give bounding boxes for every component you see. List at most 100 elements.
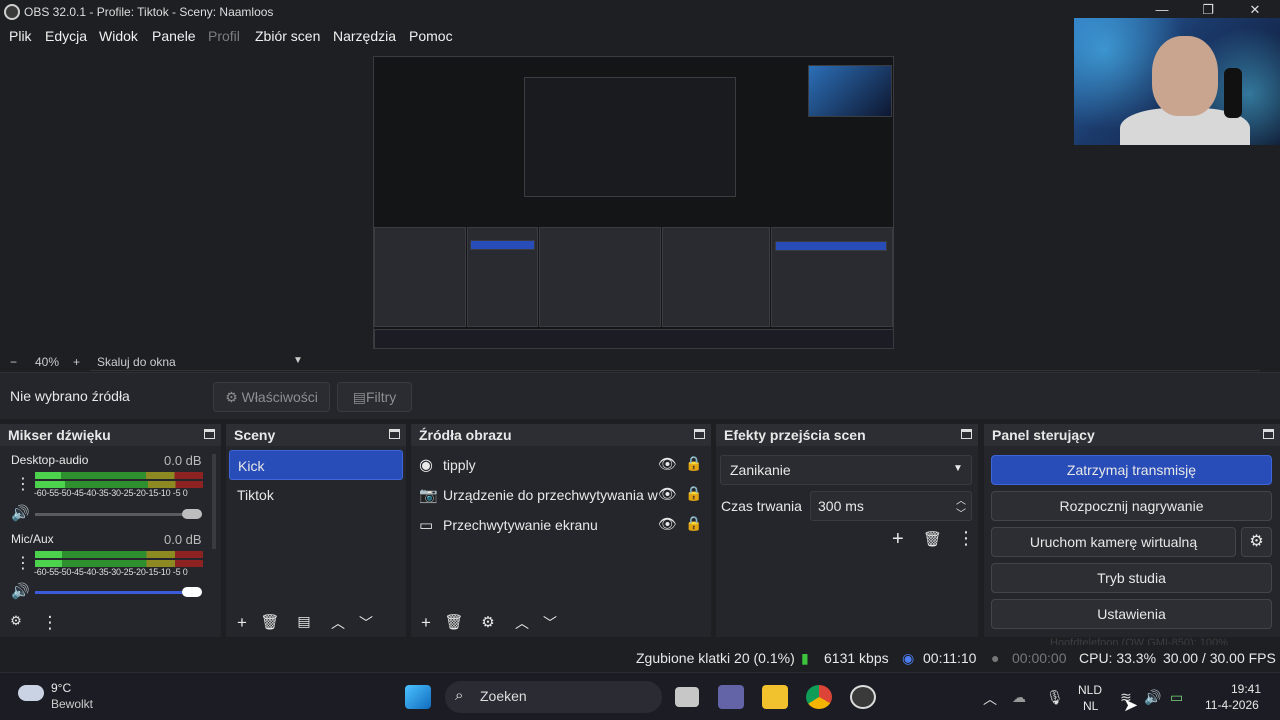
add-icon[interactable]: +	[892, 528, 904, 551]
channel-name: Mic/Aux	[11, 532, 54, 546]
cpu-usage: CPU: 33.3%	[1079, 650, 1157, 666]
virtual-camera-settings-button[interactable]: ⚙	[1241, 527, 1272, 557]
properties-button[interactable]: ⚙ Właściwości	[213, 382, 330, 412]
clock-time[interactable]: 19:41	[1231, 682, 1261, 696]
undock-icon[interactable]	[1263, 429, 1274, 439]
menu-panele[interactable]: Panele	[152, 28, 196, 44]
more-icon[interactable]: ⋮	[957, 528, 975, 549]
windows-start-icon[interactable]	[405, 685, 431, 709]
transitions-dock: Efekty przejścia scen Zanikanie ▼ Czas t…	[716, 424, 978, 637]
volume-slider-track[interactable]	[35, 591, 185, 594]
menu-narzedzia[interactable]: Narzędzia	[333, 28, 396, 44]
chevron-up-icon[interactable]: ︿	[328, 613, 348, 633]
eye-icon[interactable]: 👁	[658, 515, 677, 533]
trash-icon[interactable]: 🗑	[923, 530, 942, 548]
person-image	[1152, 36, 1218, 116]
menu-pomoc[interactable]: Pomoc	[409, 28, 453, 44]
add-icon[interactable]: +	[416, 613, 436, 633]
source-label: Przechwytywanie ekranu	[443, 517, 598, 533]
cloud-icon[interactable]	[18, 685, 44, 701]
preview-canvas[interactable]	[373, 56, 894, 349]
undock-icon[interactable]	[961, 429, 972, 439]
studio-mode-button[interactable]: Tryb studia	[991, 563, 1272, 593]
chevron-down-icon[interactable]: ﹀	[356, 613, 376, 633]
weather-temp[interactable]: 9°C	[51, 681, 71, 695]
filters-button[interactable]: ▤Filtry	[337, 382, 412, 412]
clock-date[interactable]: 11-4-2026	[1205, 698, 1259, 712]
camera-icon: 📷	[419, 487, 438, 504]
lock-icon[interactable]: 🔒	[685, 485, 702, 502]
menu-widok[interactable]: Widok	[99, 28, 138, 44]
scrollbar[interactable]	[212, 454, 216, 549]
more-options-icon[interactable]: ⋮	[40, 613, 60, 633]
nested-scene-selected	[470, 240, 535, 250]
lock-icon[interactable]: 🔒	[685, 455, 702, 472]
language-indicator-2[interactable]: NL	[1083, 699, 1098, 713]
menu-profil[interactable]: Profil	[208, 28, 240, 44]
menu-edycja[interactable]: Edycja	[45, 28, 87, 44]
sources-dock: Źródła obrazu ◉ tipply 📷 Urządzenie do p…	[411, 424, 711, 637]
zoom-in-button[interactable]: +	[73, 355, 80, 369]
eye-icon[interactable]: 👁	[658, 455, 677, 473]
undock-icon[interactable]	[389, 429, 400, 439]
undock-icon[interactable]	[204, 429, 215, 439]
scenes-title: Sceny	[226, 424, 406, 446]
settings-button[interactable]: Ustawienia	[991, 599, 1272, 629]
trash-icon[interactable]: 🗑	[444, 613, 464, 631]
chevron-down-icon: ▼	[953, 463, 963, 474]
speaker-icon[interactable]: 🔊	[11, 582, 30, 600]
scene-item-kick[interactable]: Kick	[229, 450, 403, 480]
advanced-audio-icon[interactable]: ⚙	[6, 613, 26, 629]
eye-icon[interactable]: 👁	[658, 485, 677, 503]
zoom-out-button[interactable]: −	[10, 355, 17, 369]
search-box[interactable]: ⌕ Zoeken	[445, 681, 662, 713]
virtual-camera-button[interactable]: Uruchom kamerę wirtualną	[991, 527, 1236, 557]
stream-time: 00:11:10	[923, 650, 977, 666]
volume-slider-knob[interactable]	[182, 587, 202, 597]
lock-icon[interactable]: 🔒	[685, 515, 702, 532]
add-icon[interactable]: +	[232, 613, 252, 633]
transition-select[interactable]: Zanikanie ▼	[720, 455, 972, 485]
source-label: tipply	[443, 457, 476, 473]
nested-mixer	[374, 227, 466, 327]
chevron-down-icon[interactable]: ﹀	[540, 613, 560, 633]
chevron-up-icon[interactable]: ︿	[983, 689, 997, 709]
trash-icon[interactable]: 🗑	[260, 613, 280, 631]
obs-taskbar-icon[interactable]	[850, 685, 876, 709]
volume-slider-track[interactable]	[35, 513, 202, 516]
file-explorer-icon[interactable]	[762, 685, 788, 709]
level-meter	[62, 551, 203, 558]
more-icon[interactable]: ⋮	[15, 553, 31, 573]
teams-icon[interactable]	[718, 685, 744, 709]
meter-ticks: -60-55-50-45-40-35-30-25-20-15-10 -5 0	[34, 567, 188, 577]
gear-icon[interactable]: ⚙	[478, 613, 498, 631]
filter-icon[interactable]: ▤	[294, 613, 314, 630]
monitor-icon: ▭	[419, 517, 434, 534]
language-indicator[interactable]: NLD	[1078, 683, 1102, 697]
duration-input[interactable]: 300 ms ︿ ﹀	[810, 491, 972, 521]
zoom-scrollbar[interactable]	[90, 370, 1260, 371]
scene-item-tiktok[interactable]: Tiktok	[237, 480, 403, 510]
task-view-icon[interactable]	[675, 687, 699, 707]
start-recording-button[interactable]: Rozpocznij nagrywanie	[991, 491, 1272, 521]
stop-stream-button[interactable]: Zatrzymaj transmisję	[991, 455, 1272, 485]
volume-slider-knob[interactable]	[182, 509, 202, 519]
chrome-icon[interactable]	[806, 685, 832, 709]
level-meter-lit	[35, 472, 61, 479]
more-icon[interactable]: ⋮	[15, 474, 31, 494]
spin-down-icon[interactable]: ﹀	[956, 505, 966, 520]
weather-desc[interactable]: Bewolkt	[51, 697, 93, 711]
level-meter-lit	[35, 560, 62, 567]
menu-plik[interactable]: Plik	[9, 28, 32, 44]
chevron-up-icon[interactable]: ︿	[512, 613, 532, 633]
battery-icon[interactable]: ▭	[1170, 689, 1183, 706]
menu-zbior-scen[interactable]: Zbiór scen	[255, 28, 320, 44]
volume-icon[interactable]: 🔊	[1144, 689, 1161, 706]
onedrive-icon[interactable]: ☁	[1012, 689, 1026, 706]
level-meter	[61, 472, 203, 479]
level-meter	[65, 481, 203, 488]
chevron-down-icon[interactable]: ▼	[293, 355, 303, 366]
undock-icon[interactable]	[694, 429, 705, 439]
microphone-icon[interactable]: 🎙	[1046, 689, 1064, 706]
speaker-icon[interactable]: 🔊	[11, 504, 30, 522]
